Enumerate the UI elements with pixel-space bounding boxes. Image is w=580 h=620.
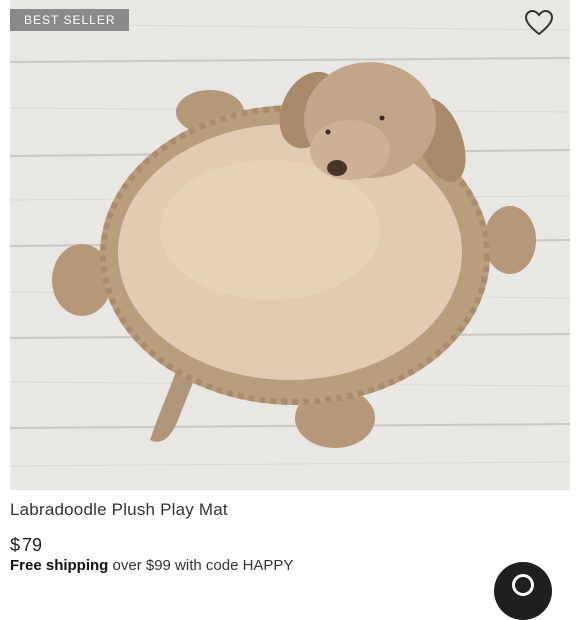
- currency-symbol: $: [10, 535, 21, 555]
- shipping-promo: Free shipping over $99 with code HAPPY: [10, 557, 293, 574]
- product-title[interactable]: Labradoodle Plush Play Mat: [10, 500, 228, 520]
- chat-button[interactable]: [494, 562, 552, 620]
- shipping-detail-text: over $99 with code HAPPY: [108, 557, 294, 574]
- product-image[interactable]: [10, 0, 570, 490]
- plush-mat-photo: [10, 0, 570, 490]
- price-value: 79: [22, 535, 43, 555]
- chat-icon: [512, 574, 534, 596]
- product-price: $79: [10, 535, 42, 556]
- shipping-bold-text: Free shipping: [10, 557, 109, 574]
- heart-icon[interactable]: [524, 9, 554, 37]
- best-seller-badge: BEST SELLER: [10, 9, 130, 31]
